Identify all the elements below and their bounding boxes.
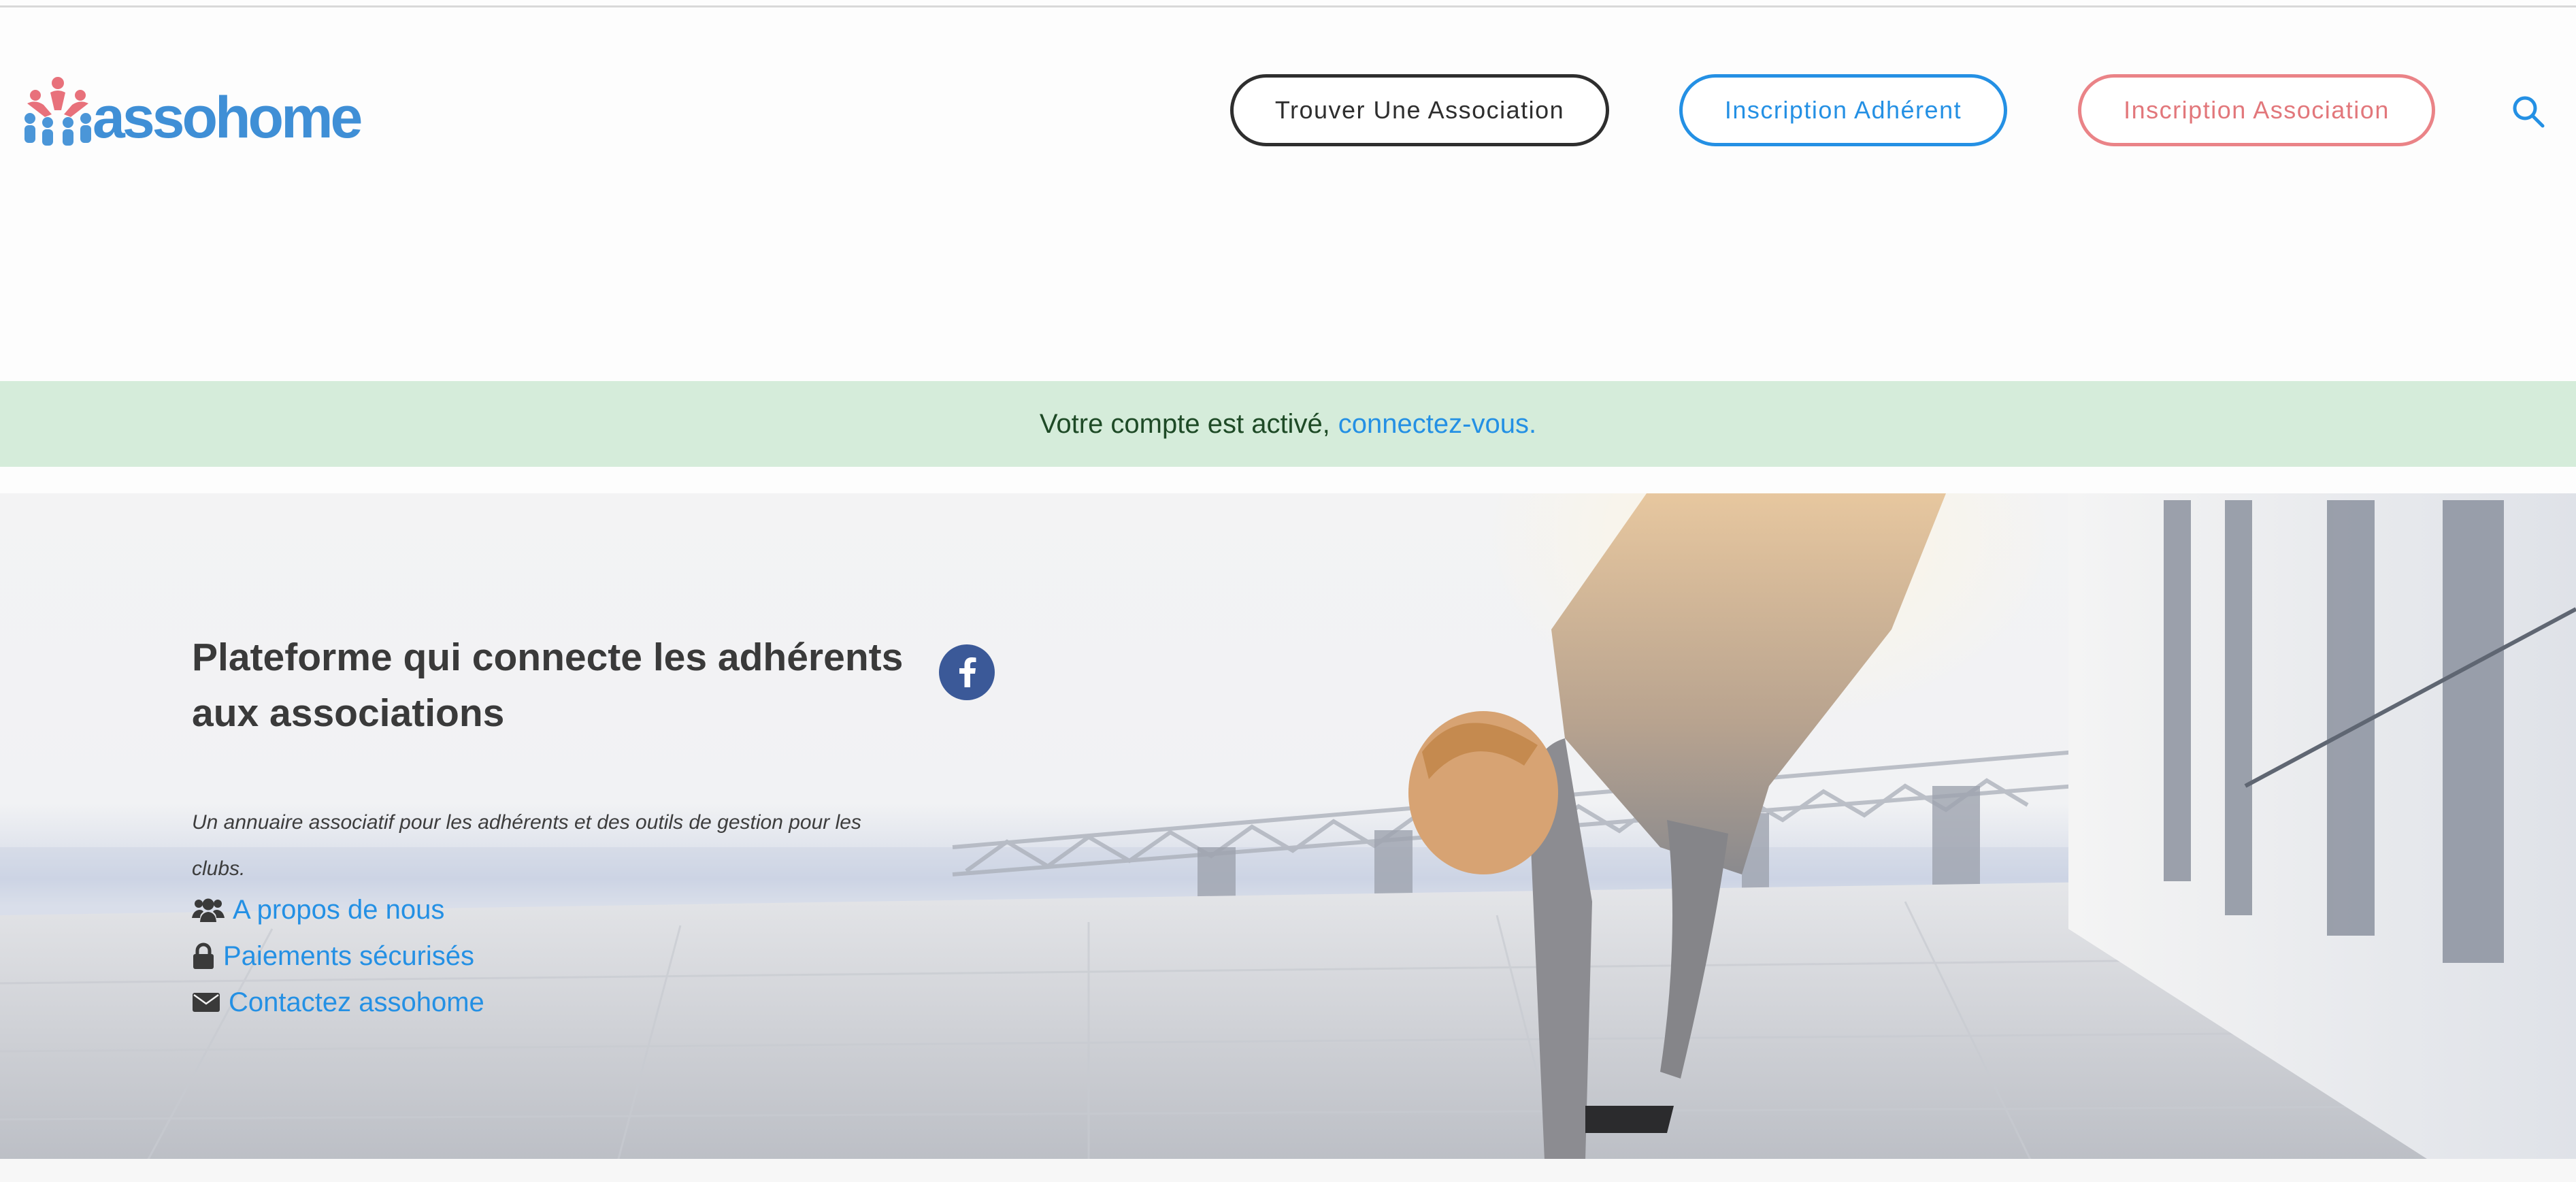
list-item: Contactez assohome <box>192 979 484 1025</box>
association-signup-button[interactable]: Inscription Association <box>2078 74 2435 146</box>
page: assohome Trouver Une Association Inscrip… <box>0 0 2576 1182</box>
logo-text: assohome <box>93 85 363 150</box>
logo-mark-icon <box>24 77 91 146</box>
search-icon[interactable] <box>2511 94 2546 129</box>
top-divider <box>0 5 2576 7</box>
contact-link[interactable]: Contactez assohome <box>229 987 484 1018</box>
about-us-link[interactable]: A propos de nous <box>233 895 444 925</box>
facebook-icon[interactable] <box>939 644 995 700</box>
envelope-icon <box>192 991 220 1013</box>
account-activated-alert: Votre compte est activé, connectez-vous. <box>0 381 2576 467</box>
hero-links: A propos de nous Paiements sécurisés Con… <box>192 887 484 1025</box>
login-link[interactable]: connectez-vous. <box>1338 409 1536 440</box>
footer-strip <box>0 1159 2576 1182</box>
list-item: A propos de nous <box>192 887 484 933</box>
member-signup-button[interactable]: Inscription Adhérent <box>1679 74 2007 146</box>
alert-text: Votre compte est activé, <box>1039 408 1330 439</box>
hero-subtitle: Un annuaire associatif pour les adhérent… <box>192 811 861 880</box>
find-association-button[interactable]: Trouver Une Association <box>1230 74 1609 146</box>
hero-title: Plateforme qui connecte les adhérents au… <box>192 636 904 735</box>
users-icon <box>192 898 225 922</box>
hero-section: Plateforme qui connecte les adhérents au… <box>0 493 2576 1182</box>
list-item: Paiements sécurisés <box>192 933 484 979</box>
assohome-logo[interactable]: assohome <box>20 71 363 153</box>
secure-payments-link[interactable]: Paiements sécurisés <box>223 941 474 972</box>
lock-icon <box>192 942 215 970</box>
